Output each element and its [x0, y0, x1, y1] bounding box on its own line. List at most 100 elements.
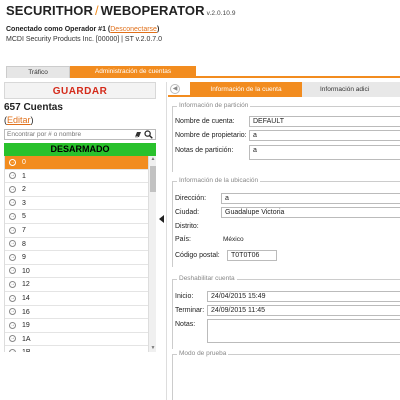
location-legend: Información de la ubicación — [177, 177, 261, 184]
account-number: 9 — [22, 254, 26, 262]
app-version: v.2.0.10.9 — [206, 10, 236, 17]
arrow-right-icon: → — [9, 185, 16, 193]
arrow-right-icon: → — [9, 335, 16, 343]
city-label: Ciudad: — [175, 209, 200, 216]
end-date-field[interactable]: 24/09/2015 11:45 — [207, 305, 400, 316]
tab-traffic[interactable]: Tráfico — [6, 66, 70, 78]
arrow-right-icon: → — [9, 281, 16, 288]
account-row[interactable]: → 1B — [5, 346, 151, 352]
account-row[interactable]: → 8 — [5, 238, 151, 252]
account-row[interactable]: → 16 — [5, 306, 151, 320]
accounts-scrollbar[interactable]: ▲ ▼ — [148, 156, 156, 352]
postal-code-field[interactable]: T0T0T06 — [227, 250, 277, 261]
arrow-right-icon: → — [9, 158, 16, 166]
account-row[interactable]: → 0 — [5, 156, 151, 170]
scroll-down-icon[interactable]: ▼ — [149, 345, 156, 352]
account-row[interactable]: → 9 — [5, 251, 151, 265]
main-tabs: Tráfico Administración de cuentas — [6, 66, 400, 78]
account-number: 1B — [22, 349, 31, 352]
account-name-field[interactable]: DEFAULT — [249, 116, 400, 127]
scroll-up-icon[interactable]: ▲ — [149, 156, 156, 163]
tab-additional-info[interactable]: Información adici — [302, 82, 400, 97]
brand-left: SECURITHOR — [6, 3, 93, 18]
account-row[interactable]: → 10 — [5, 265, 151, 279]
account-number: 16 — [22, 308, 30, 316]
address-label: Dirección: — [175, 195, 207, 202]
disable-notes-field[interactable] — [207, 319, 400, 343]
detail-tabs: ◀ Información de la cuenta Información a… — [168, 82, 400, 97]
edit-link[interactable]: Editar — [7, 115, 31, 125]
account-number: 14 — [22, 294, 30, 302]
collapse-panel-icon[interactable] — [159, 215, 165, 223]
product-line: MCDI Security Products Inc. [00000] | ST… — [6, 36, 163, 43]
edit-close-paren: ) — [30, 115, 34, 125]
arrow-right-icon: → — [9, 172, 16, 180]
arrow-right-icon: → — [9, 213, 16, 221]
account-name-label: Nombre de cuenta: — [175, 118, 235, 125]
account-row[interactable]: → 2 — [5, 183, 151, 197]
panel-divider — [166, 82, 167, 400]
arrow-right-icon: → — [9, 226, 16, 234]
account-detail-panel: ◀ Información de la cuenta Información a… — [168, 82, 400, 400]
partition-notes-field[interactable]: a — [249, 145, 400, 160]
arrow-right-icon: → — [9, 308, 16, 316]
account-row[interactable]: → 5 — [5, 210, 151, 224]
disconnect-link[interactable]: Desconectarse — [110, 26, 157, 33]
partition-section: Información de partición Nombre de cuent… — [172, 102, 400, 172]
account-row[interactable]: → 14 — [5, 292, 151, 306]
arm-status-badge: DESARMADO — [4, 143, 156, 156]
account-number: 12 — [22, 281, 30, 289]
district-label: Distrito: — [175, 223, 199, 230]
search-input[interactable] — [5, 130, 125, 139]
account-number: 19 — [22, 322, 30, 330]
postal-code-label: Código postal: — [175, 252, 220, 259]
brand-separator: / — [94, 3, 99, 18]
disable-notes-label: Notas: — [175, 321, 196, 328]
connection-status: Conectado como Operador #1 (Desconectars… — [6, 26, 396, 33]
account-row[interactable]: → 3 — [5, 197, 151, 211]
eraser-icon[interactable] — [134, 131, 142, 138]
account-number: 5 — [22, 213, 26, 221]
arrow-right-icon: → — [9, 199, 16, 207]
connection-suffix: ) — [156, 26, 160, 33]
arrow-right-icon: → — [9, 267, 16, 275]
account-row[interactable]: → 12 — [5, 278, 151, 292]
tab-account-info[interactable]: Información de la cuenta — [190, 82, 302, 97]
scroll-thumb[interactable] — [150, 166, 156, 192]
save-button[interactable]: GUARDAR — [4, 82, 156, 99]
back-arrow-icon[interactable]: ◀ — [170, 84, 180, 94]
country-value: México — [223, 236, 244, 243]
test-mode-section: Modo de prueba — [172, 350, 400, 400]
city-field[interactable]: Guadalupe Victoria — [221, 207, 400, 218]
start-date-field[interactable]: 24/04/2015 15:49 — [207, 291, 400, 302]
partition-notes-label: Notas de partición: — [175, 147, 234, 154]
location-section: Información de la ubicación Dirección: a… — [172, 177, 400, 267]
account-row[interactable]: → 19 — [5, 319, 151, 333]
connection-prefix: Conectado como Operador #1 ( — [6, 26, 111, 33]
country-label: País: — [175, 236, 191, 243]
account-number: 2 — [22, 186, 26, 194]
arrow-right-icon: → — [9, 294, 16, 302]
arrow-right-icon: → — [9, 240, 16, 248]
arrow-right-icon: → — [9, 321, 16, 329]
edit-row: (Editar) — [4, 114, 156, 126]
account-row[interactable]: → 1A — [5, 333, 151, 347]
test-mode-legend: Modo de prueba — [177, 350, 229, 357]
disable-legend: Deshabilitar cuenta — [177, 275, 237, 282]
arrow-right-icon: → — [9, 253, 16, 261]
account-number: 1 — [22, 172, 26, 180]
account-number: 8 — [22, 240, 26, 248]
accounts-count: 657 Cuentas — [4, 102, 63, 113]
accounts-rows: →0→1→2→3→5→7→8→9→10→12→14→16→19→1A→1B — [5, 156, 156, 352]
partition-legend: Información de partición — [177, 102, 251, 109]
app-title: SECURITHOR / WEBOPERATOR v.2.0.10.9 — [6, 4, 396, 21]
end-label: Terminar: — [175, 307, 205, 314]
account-number: 10 — [22, 267, 30, 275]
search-icon[interactable] — [144, 130, 153, 139]
owner-field[interactable]: a — [249, 130, 400, 141]
accounts-panel: GUARDAR 657 Cuentas (Editar) DESARMADO →… — [4, 82, 156, 400]
tab-account-admin[interactable]: Administración de cuentas — [70, 66, 196, 78]
account-row[interactable]: → 7 — [5, 224, 151, 238]
address-field[interactable]: a — [221, 193, 400, 204]
account-row[interactable]: → 1 — [5, 170, 151, 184]
